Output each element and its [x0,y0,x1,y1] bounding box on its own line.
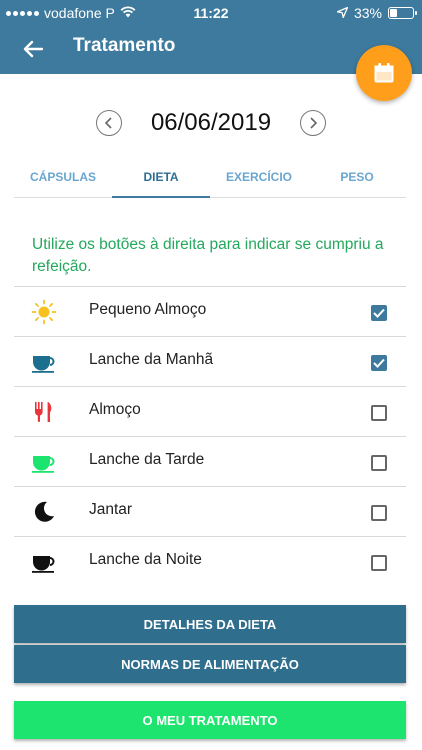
meal-checkbox[interactable] [371,355,387,371]
battery-icon [388,7,417,19]
battery-percent: 33% [353,5,382,21]
meal-label: Lanche da Tarde [89,451,205,468]
my-treatment-button[interactable]: O MEU TRATAMENTO [14,701,406,739]
meal-checkbox[interactable] [371,455,387,471]
battery-level [390,9,397,17]
calendar-icon [374,63,394,83]
moon-icon [30,499,58,525]
check-icon [373,308,385,318]
tab-bar: CÁPSULAS DIETA EXERCÍCIO PESO [14,158,406,198]
location-icon [335,5,349,21]
next-day-button[interactable] [300,110,326,136]
cup-icon [30,549,58,575]
back-button[interactable] [16,32,50,66]
meal-checkbox[interactable] [371,555,387,571]
arrow-left-icon [23,40,43,58]
cup-icon [30,449,58,475]
chevron-right-icon [310,117,318,129]
page-title: Tratamento [73,35,176,56]
current-date: 06/06/2019 [150,109,272,136]
check-icon [373,358,385,368]
meal-label: Lanche da Manhã [89,351,214,368]
cup-icon [30,349,58,375]
tab-capsulas[interactable]: CÁPSULAS [14,158,112,197]
diet-details-button[interactable]: DETALHES DA DIETA [14,605,406,643]
meal-item-lanche-tarde: Lanche da Tarde [14,436,406,486]
meal-item-lanche-manha: Lanche da Manhã [14,336,406,386]
meal-label: Pequeno Almoço [89,301,207,318]
meal-item-almoco: Almoço [14,386,406,436]
meal-checkbox[interactable] [371,505,387,521]
tab-peso[interactable]: PESO [308,158,406,197]
meal-item-pequeno-almoco: Pequeno Almoço [14,286,406,336]
meal-label: Jantar [89,501,133,518]
feeding-rules-button[interactable]: NORMAS DE ALIMENTAÇÃO [14,645,406,683]
meal-list: Pequeno Almoço Lanche da Manhã Almoço La… [14,286,406,586]
meal-item-jantar: Jantar [14,486,406,536]
tab-exercicio[interactable]: EXERCÍCIO [210,158,308,197]
tab-dieta[interactable]: DIETA [112,158,210,198]
meal-label: Almoço [89,401,141,418]
status-right: 33% [335,5,417,21]
sun-icon [30,299,58,325]
meal-checkbox[interactable] [371,305,387,321]
meal-label: Lanche da Noite [89,551,202,568]
cutlery-icon [30,399,58,425]
meal-checkbox[interactable] [371,405,387,421]
instruction-text: Utilize os botões à direita para indicar… [32,236,384,275]
status-bar: vodafone P 11:22 33% [0,0,422,26]
date-navigator: 06/06/2019 [0,100,422,146]
calendar-button[interactable] [356,45,412,101]
meal-item-lanche-noite: Lanche da Noite [14,536,406,586]
